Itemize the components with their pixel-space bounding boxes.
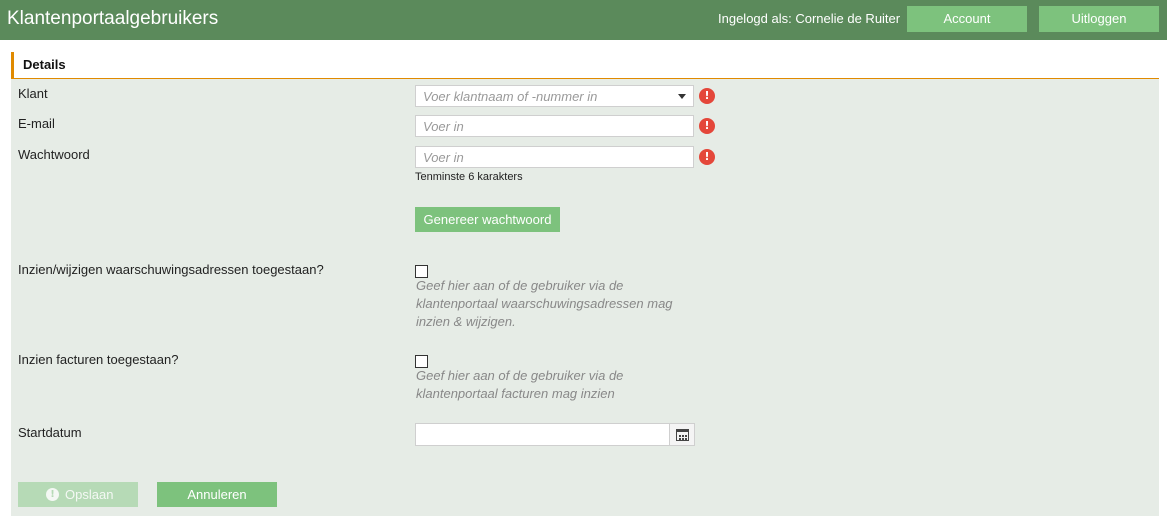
startdatum-input[interactable] — [415, 423, 670, 446]
chevron-down-icon — [678, 94, 686, 99]
invoices-permission-label: Inzien facturen toegestaan? — [18, 352, 179, 367]
wachtwoord-label: Wachtwoord — [18, 147, 90, 162]
save-button-label: Opslaan — [65, 487, 114, 502]
email-warning-icon: ! — [699, 118, 715, 134]
wachtwoord-hint: Tenminste 6 karakters — [415, 171, 523, 183]
wachtwoord-field[interactable]: Voer in — [415, 146, 694, 168]
warnings-permission-help: Geef hier aan of de gebruiker via de kla… — [416, 278, 673, 329]
startdatum-label: Startdatum — [18, 425, 82, 440]
section-title: Details — [23, 57, 66, 72]
klant-label: Klant — [18, 86, 48, 101]
warnings-permission-label: Inzien/wijzigen waarschuwingsadressen to… — [18, 262, 324, 277]
invoices-permission-help: Geef hier aan of de gebruiker via de kla… — [416, 368, 624, 401]
email-placeholder: Voer in — [423, 119, 464, 134]
save-button[interactable]: ! Opslaan — [18, 482, 138, 507]
email-label: E-mail — [18, 116, 55, 131]
calendar-button[interactable] — [669, 423, 695, 446]
logged-in-user: Ingelogd als: Cornelie de Ruiter — [718, 11, 901, 26]
logout-button[interactable]: Uitloggen — [1039, 6, 1159, 32]
wachtwoord-placeholder: Voer in — [423, 150, 464, 165]
cancel-button[interactable]: Annuleren — [157, 482, 277, 507]
exclamation-circle-icon: ! — [46, 488, 59, 501]
wachtwoord-warning-icon: ! — [699, 149, 715, 165]
klant-warning-icon: ! — [699, 88, 715, 104]
section-header: Details — [11, 52, 1159, 79]
klant-select[interactable]: Voer klantnaam of -nummer in — [415, 85, 694, 107]
account-button[interactable]: Account — [907, 6, 1027, 32]
calendar-icon — [676, 429, 689, 441]
generate-password-button[interactable]: Genereer wachtwoord — [415, 207, 560, 232]
top-bar: Klantenportaalgebruikers Ingelogd als: C… — [0, 0, 1167, 40]
klant-placeholder: Voer klantnaam of -nummer in — [423, 89, 598, 104]
email-field[interactable]: Voer in — [415, 115, 694, 137]
app-title: Klantenportaalgebruikers — [7, 8, 219, 29]
